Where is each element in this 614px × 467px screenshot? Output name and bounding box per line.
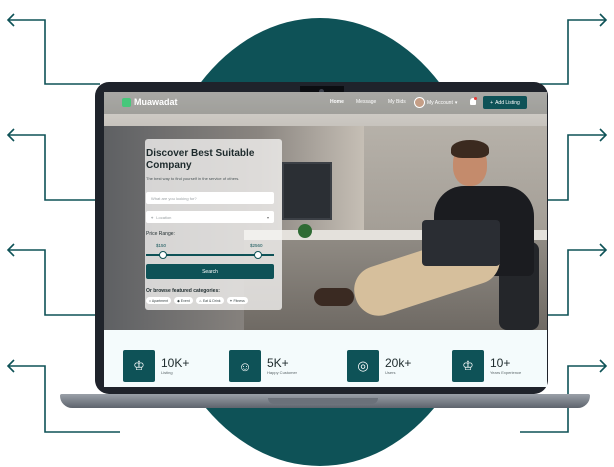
stats-bar: ♔ 10K+ Listing ☺ 5K+ Happy Customer ◎ 20k+…	[104, 330, 547, 387]
crown-icon: ♔	[123, 350, 155, 382]
notification-dot	[474, 97, 477, 100]
price-range-label: Price Range:	[146, 231, 175, 237]
location-pin-icon: ⌖	[151, 214, 154, 220]
category-chips: ⌂ Apartment ◆ Event ♨ Eat & Drink ✦ Fitn…	[146, 297, 248, 304]
category-chip-eat-drink[interactable]: ♨ Eat & Drink	[195, 297, 224, 304]
avatar	[414, 97, 425, 108]
event-icon: ◆	[177, 298, 180, 303]
nav-home[interactable]: Home	[330, 99, 344, 105]
arrow-left-1	[8, 19, 100, 85]
stat-label: Years Experience	[490, 370, 522, 375]
stat-happy-customer: ☺ 5K+ Happy Customer	[229, 350, 297, 382]
add-listing-label: Add Listing	[495, 99, 520, 106]
arrow-right-1	[540, 19, 606, 85]
laptop-screen: Muawadat Home Message My Bids My Account…	[104, 92, 547, 387]
arrow-left-3	[8, 249, 95, 316]
category-chip-event[interactable]: ◆ Event	[174, 297, 193, 304]
stat-value: 10K+	[161, 356, 190, 370]
stat-value: 10+	[490, 356, 511, 370]
arrow-right-3	[548, 249, 606, 316]
top-nav: Muawadat Home Message My Bids My Account…	[104, 92, 547, 114]
brand-name: Muawadat	[134, 97, 178, 107]
chevron-down-icon: ▾	[454, 99, 458, 106]
building-icon: ⌂	[149, 298, 152, 303]
category-chip-fitness[interactable]: ✦ Fitness	[226, 297, 248, 304]
browse-categories-label: Or browse featured categories:	[146, 288, 220, 294]
food-icon: ♨	[198, 298, 202, 303]
stat-years-experience: ♔ 10+ Years Experience	[452, 350, 521, 382]
price-max-value: $2560	[250, 243, 263, 248]
stat-value: 20k+	[385, 356, 412, 370]
add-listing-button[interactable]: + Add Listing	[483, 96, 527, 109]
stat-label: Listing	[161, 370, 173, 375]
price-min-value: $150	[156, 243, 167, 248]
hero-subtitle: The best way to find yourself in the ser…	[146, 176, 240, 181]
stat-label: Users	[385, 370, 396, 375]
smile-icon: ☺	[229, 350, 261, 382]
chevron-down-icon: ▾	[266, 214, 269, 220]
plus-icon: +	[490, 99, 494, 106]
location-select[interactable]: ⌖ Location ▾	[146, 211, 274, 223]
arrow-left-2	[8, 134, 95, 201]
hero-title: Discover Best Suitable Company	[146, 148, 255, 171]
stat-listing: ♔ 10K+ Listing	[123, 350, 189, 382]
search-input[interactable]: What are you looking for?	[146, 192, 274, 204]
nav-message[interactable]: Message	[356, 99, 376, 105]
laptop-base-notch	[268, 398, 378, 404]
nav-my-bids[interactable]: My Bids	[388, 99, 406, 105]
account-label: My Account	[427, 99, 453, 106]
arrow-right-2	[548, 134, 606, 201]
stat-value: 5K+	[267, 356, 289, 370]
brand-logo[interactable]: Muawadat	[122, 97, 178, 107]
account-menu[interactable]: My Account ▾	[414, 97, 457, 108]
price-slider-min-handle[interactable]	[159, 251, 167, 259]
stat-label: Happy Customer	[267, 370, 298, 375]
logo-icon	[122, 97, 131, 107]
category-chip-apartment[interactable]: ⌂ Apartment	[146, 297, 172, 304]
price-slider-max-handle[interactable]	[254, 251, 262, 259]
crown-icon: ♔	[452, 350, 484, 382]
badge-icon: ◎	[347, 350, 379, 382]
search-button[interactable]: Search	[146, 264, 274, 279]
stat-users: ◎ 20k+ Users	[347, 350, 411, 382]
